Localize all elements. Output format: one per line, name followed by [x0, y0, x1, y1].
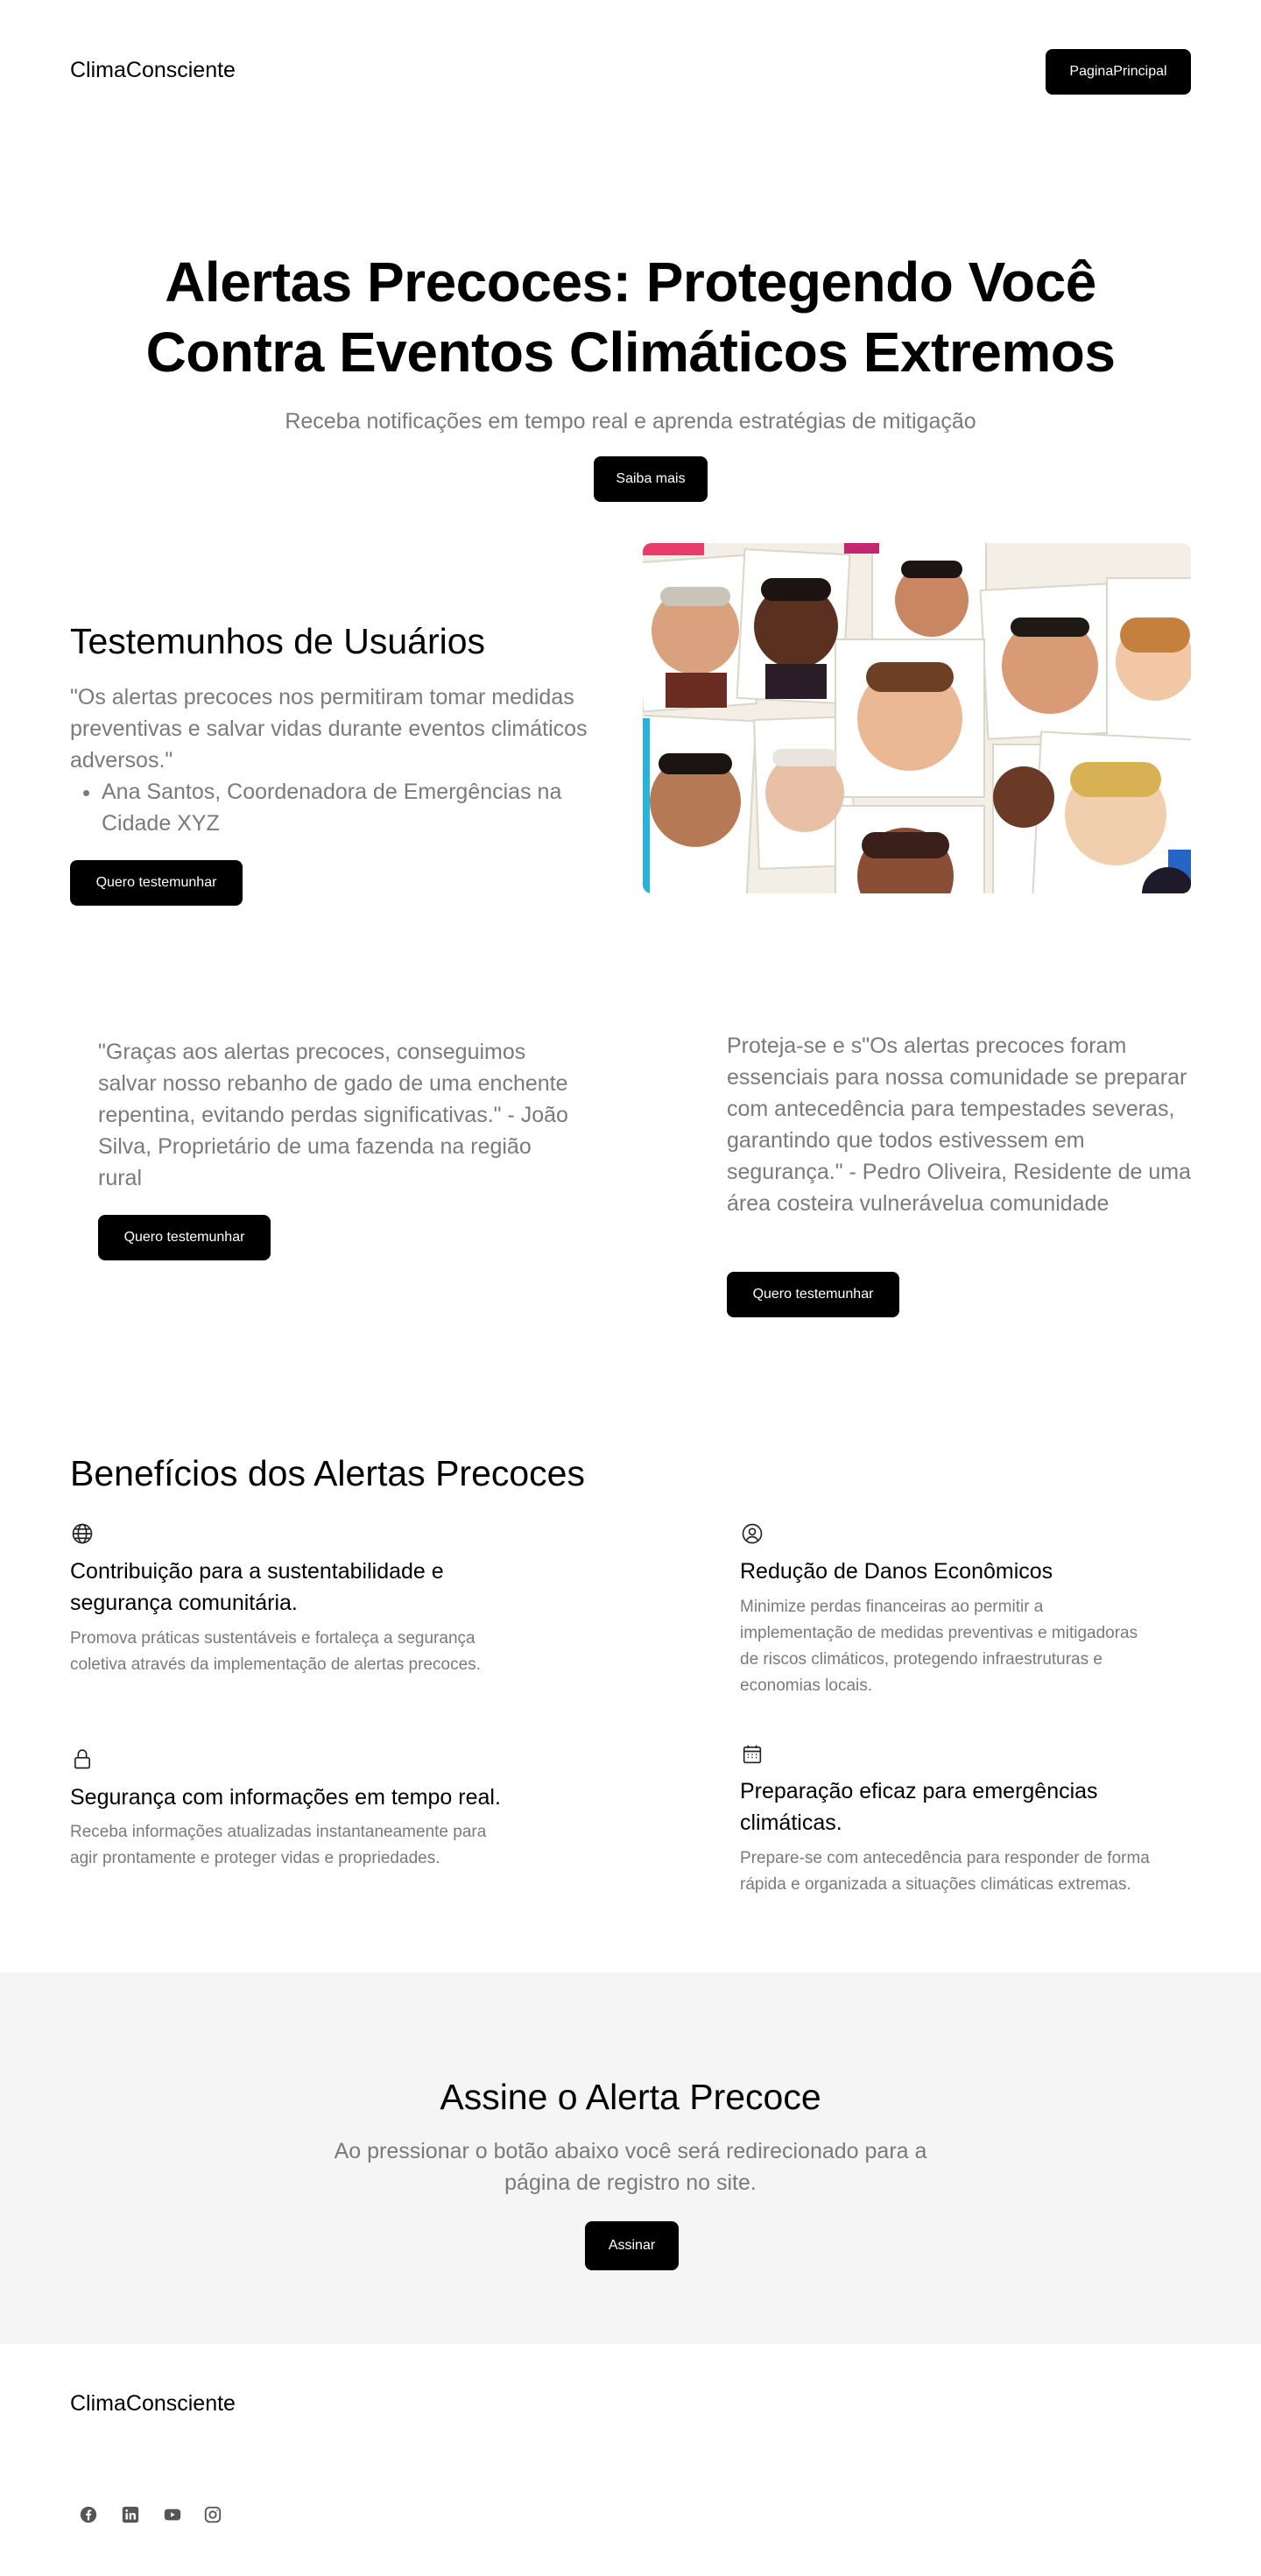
testify-button-3[interactable]: Quero testemunhar — [727, 1272, 899, 1317]
hero-title-line-1: Alertas Precoces: Protegendo Você — [165, 251, 1096, 314]
benefit-title-preparation: Preparação eficaz para emergências climá… — [740, 1779, 1098, 1835]
testify-button-2[interactable]: Quero testemunhar — [98, 1215, 271, 1260]
benefit-title-economic: Redução de Danos Econômicos — [740, 1559, 1053, 1584]
hero-subtitle: Receba notificações em tempo real e apre… — [285, 409, 976, 434]
user-circle-icon — [740, 1521, 766, 1548]
testimonial-quote-2: "Graças aos alertas precoces, conseguimo… — [98, 1040, 568, 1190]
benefit-title-realtime: Segurança com informações em tempo real. — [70, 1785, 501, 1810]
footer-logo[interactable]: ClimaConsciente — [70, 2391, 236, 2417]
benefit-text-realtime: Receba informações atualizadas instantan… — [70, 1823, 487, 1867]
calendar-icon — [740, 1742, 766, 1768]
testify-button-1[interactable]: Quero testemunhar — [70, 860, 243, 906]
home-page-button[interactable]: PaginaPrincipal — [1046, 49, 1191, 95]
testimonials-title: Testemunhos de Usuários — [70, 621, 486, 661]
subscribe-button[interactable]: Assinar — [585, 2221, 679, 2270]
benefits-title: Benefícios dos Alertas Precoces — [70, 1453, 585, 1493]
instagram-icon[interactable] — [201, 2503, 224, 2526]
benefit-title-sustainability: Contribuição para a sustentabilidade e s… — [70, 1559, 444, 1615]
hero-title: Alertas Precoces: Protegendo Você Contra… — [105, 247, 1156, 387]
subscribe-text-line-1: Ao pressionar o botão abaixo você será r… — [334, 2139, 927, 2163]
benefit-text-sustainability: Promova práticas sustentáveis e fortaleç… — [70, 1629, 481, 1674]
lock-icon — [70, 1747, 96, 1773]
testimonial-quote-1: "Os alertas precoces nos permitiram toma… — [70, 685, 588, 773]
user-faces-collage-image — [643, 543, 1191, 893]
globe-icon — [70, 1521, 96, 1548]
testimonial-author-list: Ana Santos, Coordenadora de Emergências … — [70, 776, 613, 839]
testimonial-quote-3: Proteja-se e s"Os alertas precoces foram… — [727, 1034, 1191, 1216]
faces-collage-illustration — [643, 543, 1191, 893]
youtube-icon[interactable] — [161, 2503, 184, 2526]
learn-more-button[interactable]: Saiba mais — [594, 456, 708, 502]
facebook-icon[interactable] — [77, 2503, 100, 2526]
testimonial-author-1: Ana Santos, Coordenadora de Emergências … — [102, 776, 613, 839]
hero-title-line-2: Contra Eventos Climáticos Extremos — [145, 321, 1116, 384]
benefit-text-preparation: Prepare-se com antecedência para respond… — [740, 1849, 1150, 1894]
benefit-text-economic: Minimize perdas financeiras ao permitir … — [740, 1598, 1138, 1695]
subscribe-text-line-2: página de registro no site. — [504, 2170, 757, 2195]
subscribe-text: Ao pressionar o botão abaixo você será r… — [324, 2135, 937, 2198]
linkedin-icon[interactable] — [119, 2503, 142, 2526]
site-logo[interactable]: ClimaConsciente — [70, 58, 236, 83]
subscribe-title: Assine o Alerta Precoce — [440, 2077, 821, 2117]
